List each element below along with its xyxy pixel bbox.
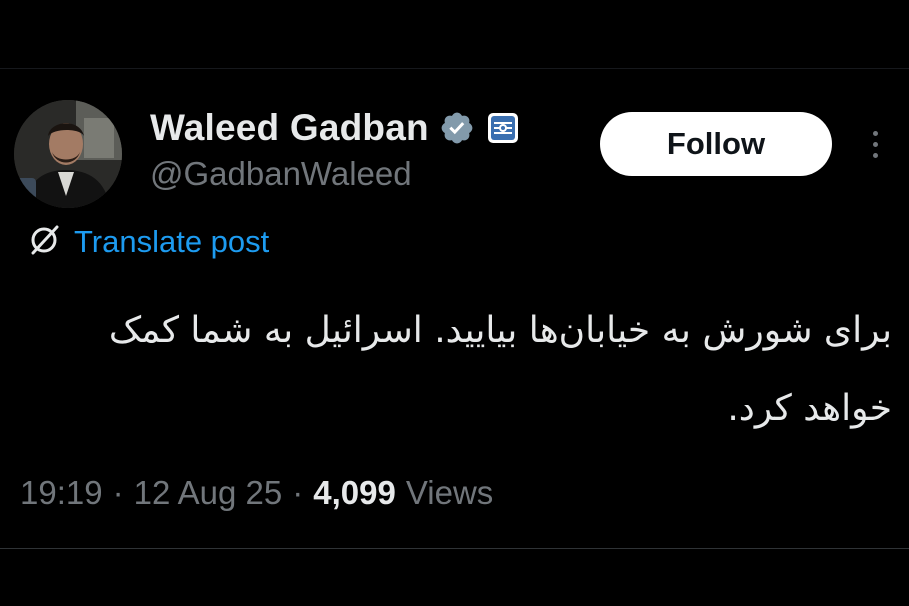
display-name-row: Waleed Gadban (150, 104, 521, 152)
follow-button[interactable]: Follow (600, 112, 832, 176)
author-handle[interactable]: @GadbanWaleed (150, 155, 412, 193)
bottom-divider (0, 548, 909, 549)
post-meta: 19:19 · 12 Aug 25 · 4,099 Views (20, 470, 493, 516)
more-icon-dot (872, 152, 878, 158)
avatar-photo (14, 100, 122, 208)
translate-post-label[interactable]: Translate post (74, 224, 269, 260)
post-text: برای شورش به خیابان‌ها بیایید. اسرائیل ب… (108, 310, 892, 429)
verified-badge-icon[interactable] (439, 110, 475, 146)
more-options-button[interactable] (860, 122, 890, 166)
views-count: 4,099 (313, 474, 396, 511)
top-divider (0, 68, 909, 69)
post-date[interactable]: 12 Aug 25 (134, 474, 283, 512)
more-icon (872, 130, 878, 136)
avatar[interactable] (14, 100, 122, 208)
affiliate-badge-icon[interactable] (485, 110, 521, 146)
translate-icon (26, 222, 62, 263)
views-label: Views (405, 474, 494, 511)
display-name[interactable]: Waleed Gadban (150, 107, 429, 149)
more-icon-dot (872, 141, 878, 147)
translate-post-link[interactable]: Translate post (26, 222, 269, 262)
post-time[interactable]: 19:19 (20, 474, 103, 512)
meta-separator: · (112, 474, 124, 511)
meta-separator: · (292, 474, 304, 511)
